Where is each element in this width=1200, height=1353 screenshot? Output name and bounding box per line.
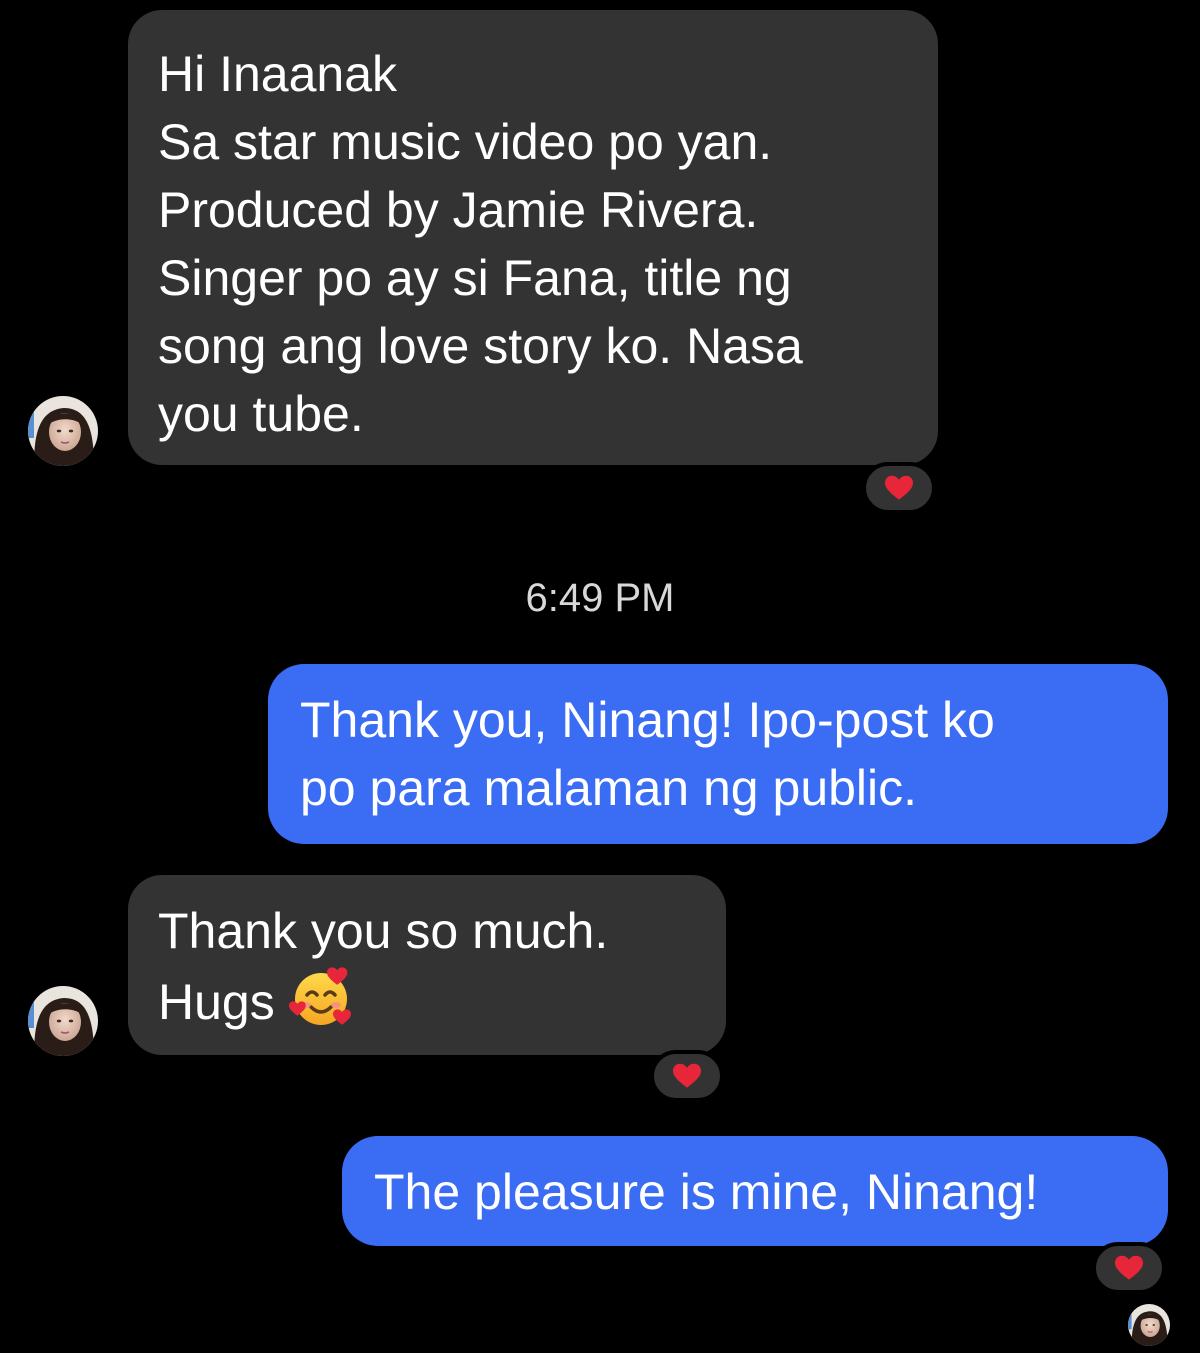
timestamp: 6:49 PM	[525, 576, 675, 620]
message-bubble-incoming[interactable]: Thank you so much. Hugs	[128, 875, 726, 1055]
message-line: Singer po ay si Fana, title ng	[158, 250, 792, 306]
message-line-with-emoji: Hugs	[158, 965, 696, 1046]
message-line: Thank you so much.	[158, 903, 609, 959]
reaction-badge[interactable]	[650, 1050, 724, 1102]
message-line: Hi Inaanak	[158, 46, 398, 102]
message-text: Hugs	[158, 974, 275, 1030]
message-bubble-incoming[interactable]: Hi Inaanak Sa star music video po yan. P…	[128, 10, 938, 465]
heart-icon	[1115, 1255, 1143, 1281]
message-bubble-outgoing[interactable]: The pleasure is mine, Ninang!	[342, 1136, 1168, 1246]
avatar[interactable]	[28, 986, 98, 1056]
message-line: song ang love story ko. Nasa	[158, 318, 803, 374]
heart-icon	[673, 1063, 701, 1089]
avatar-image	[1128, 1304, 1170, 1346]
avatar-image	[28, 986, 98, 1056]
heart-icon	[885, 475, 913, 501]
message-line: Thank you, Ninang! Ipo-post ko	[300, 692, 995, 748]
message-line: The pleasure is mine, Ninang!	[374, 1164, 1039, 1220]
message-line: po para malaman ng public.	[300, 760, 918, 816]
reaction-badge[interactable]	[862, 462, 936, 514]
message-line: Sa star music video po yan.	[158, 114, 773, 170]
seen-avatar	[1128, 1304, 1170, 1346]
avatar[interactable]	[28, 396, 98, 466]
reaction-badge[interactable]	[1092, 1242, 1166, 1294]
message-bubble-outgoing[interactable]: Thank you, Ninang! Ipo-post ko po para m…	[268, 664, 1168, 844]
smiling-face-with-hearts-icon	[288, 965, 353, 1046]
message-line: Produced by Jamie Rivera.	[158, 182, 759, 238]
message-line: you tube.	[158, 386, 364, 442]
avatar-image	[28, 396, 98, 466]
